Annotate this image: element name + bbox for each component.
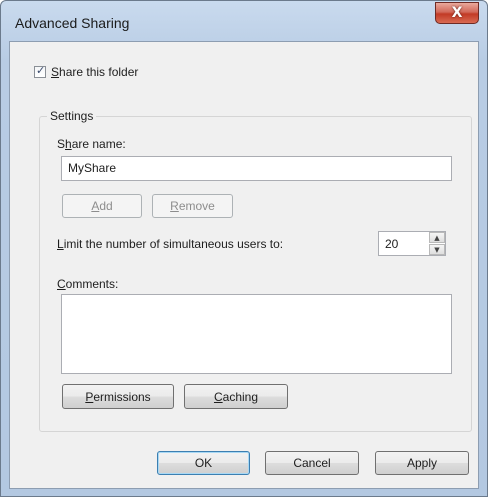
- ok-button-label: OK: [194, 456, 213, 470]
- title-bar: Advanced Sharing X: [1, 1, 487, 41]
- comments-label: Comments:: [57, 277, 119, 291]
- share-this-folder-checkbox-row[interactable]: ✓ Share this folder: [34, 64, 139, 79]
- add-button[interactable]: Add: [62, 194, 142, 218]
- share-name-value: MyShare: [68, 161, 117, 175]
- share-name-input[interactable]: MyShare: [61, 156, 452, 181]
- spin-up-icon: ▲: [434, 233, 440, 242]
- checkmark-icon: ✓: [36, 64, 46, 77]
- close-button[interactable]: X: [435, 2, 479, 24]
- window-title: Advanced Sharing: [15, 15, 130, 31]
- cancel-button-label: Cancel: [293, 456, 331, 470]
- spin-up-button[interactable]: ▲: [429, 232, 445, 243]
- spin-down-icon: ▼: [434, 245, 440, 254]
- apply-button-label: Apply: [406, 456, 438, 470]
- comments-textarea[interactable]: [61, 294, 452, 374]
- permissions-button-label: Permissions: [85, 389, 151, 404]
- add-button-label: Add: [91, 199, 113, 213]
- share-this-folder-checkbox[interactable]: ✓: [34, 64, 46, 78]
- user-limit-spinner[interactable]: 20 ▲ ▼: [378, 231, 446, 256]
- apply-button[interactable]: Apply: [375, 451, 469, 475]
- settings-legend: Settings: [47, 109, 97, 123]
- advanced-sharing-dialog: Advanced Sharing X ✓ Share this folder S…: [0, 0, 488, 497]
- spin-down-button[interactable]: ▼: [429, 244, 445, 255]
- ok-button[interactable]: OK: [157, 451, 250, 475]
- permissions-button[interactable]: Permissions: [62, 384, 174, 409]
- share-name-label: Share name:: [57, 137, 126, 151]
- user-limit-value: 20: [385, 237, 399, 251]
- remove-button[interactable]: Remove: [152, 194, 233, 218]
- caching-button[interactable]: Caching: [184, 384, 288, 409]
- dialog-client-area: ✓ Share this folder Settings Share name:…: [9, 41, 479, 489]
- limit-users-label: Limit the number of simultaneous users t…: [57, 237, 284, 251]
- cancel-button[interactable]: Cancel: [265, 451, 359, 475]
- caching-button-label: Caching: [213, 389, 259, 404]
- close-icon: X: [451, 5, 463, 21]
- remove-button-label: Remove: [170, 199, 215, 213]
- share-this-folder-label: Share this folder: [51, 65, 139, 79]
